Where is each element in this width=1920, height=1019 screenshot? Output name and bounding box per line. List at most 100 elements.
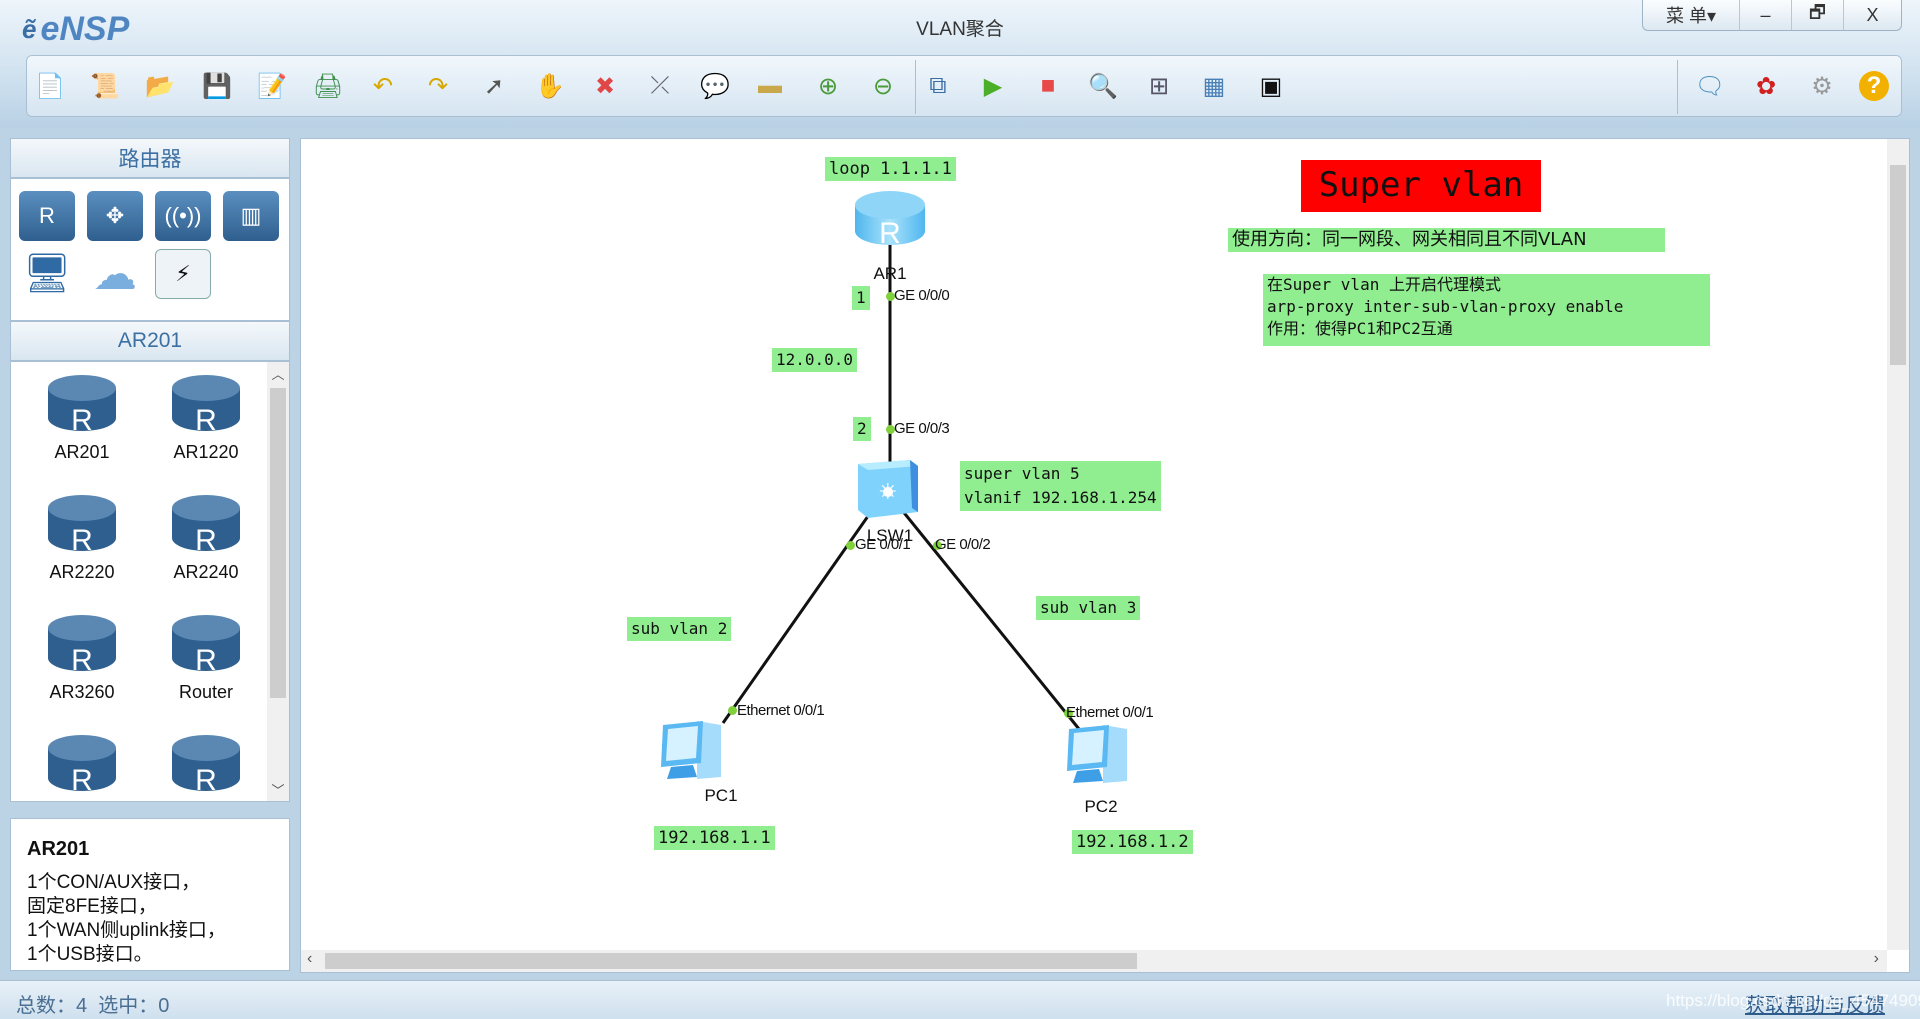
scroll-thumb[interactable] xyxy=(325,953,1137,969)
svg-text:R: R xyxy=(195,764,217,796)
info-line: 1个WAN侧uplink接口， xyxy=(27,920,226,941)
scroll-thumb[interactable] xyxy=(270,388,286,698)
help-icon[interactable]: ? xyxy=(1859,71,1889,101)
device-item[interactable]: R AR1220 xyxy=(156,372,256,463)
link-end-label-1[interactable]: 1 xyxy=(852,286,870,310)
sub-vlan-2-label[interactable]: sub vlan 2 xyxy=(627,617,732,641)
port-lsw1-ge002: GE 0/0/2 xyxy=(935,536,991,553)
device-item-label: AR2240 xyxy=(173,562,239,582)
scroll-thumb[interactable] xyxy=(1890,165,1906,365)
toolbar-separator xyxy=(915,60,916,114)
usage-note[interactable]: 使用方向：同一网段、网关相同且不同VLAN xyxy=(1228,228,1665,252)
topology-icon[interactable]: ⊞ xyxy=(1142,69,1176,103)
wlan-category-icon[interactable]: ((•)) xyxy=(155,191,211,241)
selected-count: 0 xyxy=(158,995,170,1017)
sub-vlan-3-label[interactable]: sub vlan 3 xyxy=(1036,596,1141,620)
device-sidebar: 路由器 R ✥ ((•)) ▥ 🖥 ☁ ⚡ AR201 ︿ ﹀ R AR201 R AR1220 R… xyxy=(10,138,290,971)
device-item[interactable]: R AR3260 xyxy=(32,612,132,703)
delete-icon[interactable]: ✖ xyxy=(588,69,622,103)
scroll-down-icon[interactable]: ﹀ xyxy=(267,780,289,799)
print-icon[interactable]: 🖨 xyxy=(311,69,345,103)
new-topology-icon[interactable]: 📄 xyxy=(33,69,67,103)
svg-text:R: R xyxy=(71,764,93,796)
super-vlan-title[interactable]: Super vlan xyxy=(1301,160,1541,212)
status-bar: 总数：4 选中：0 获取帮助与反馈 https://blog.csdn.net/… xyxy=(0,980,1920,1019)
network-label[interactable]: 12.0.0.0 xyxy=(772,348,858,372)
new-exam-icon[interactable]: 📜 xyxy=(88,69,122,103)
pc1-ip-label[interactable]: 192.168.1.1 xyxy=(654,826,775,850)
pc2-icon[interactable] xyxy=(1063,719,1139,789)
status-counts: 总数：4 选中：0 xyxy=(16,989,169,1018)
close-button[interactable]: X xyxy=(1843,0,1901,30)
svg-text:R: R xyxy=(71,404,93,436)
stop-device-icon[interactable]: ■ xyxy=(1031,69,1065,103)
scroll-left-icon[interactable]: ‹ xyxy=(307,950,312,968)
canvas-vertical-scrollbar[interactable] xyxy=(1887,139,1909,950)
fit-1to1-icon[interactable]: ⧉ xyxy=(921,69,955,103)
settings-icon[interactable]: ⚙ xyxy=(1805,69,1839,103)
save-as-icon[interactable]: 📝 xyxy=(255,69,289,103)
port-pc2-eth: Ethernet 0/0/1 xyxy=(1066,704,1154,721)
device-info-panel: AR201 1个CON/AUX接口， 固定8FE接口， 1个WAN侧uplink… xyxy=(10,818,290,971)
device-item[interactable]: R xyxy=(156,732,256,801)
pc1-label: PC1 xyxy=(704,786,738,805)
switch-category-icon[interactable]: ✥ xyxy=(87,191,143,241)
total-label: 总数： xyxy=(16,995,76,1017)
link-category-icon[interactable]: ⚡ xyxy=(155,249,211,299)
info-line: 固定8FE接口， xyxy=(27,896,157,917)
canvas-horizontal-scrollbar[interactable]: ‹ › xyxy=(301,950,1887,972)
device-item-label: AR3260 xyxy=(49,682,115,702)
zoom-out-icon[interactable]: ⊖ xyxy=(866,69,900,103)
scroll-right-icon[interactable]: › xyxy=(1874,950,1879,968)
config-note[interactable]: 在Super vlan 上开启代理模式 arp-proxy inter-sub-… xyxy=(1263,274,1710,346)
menu-button[interactable]: 菜 单▾ xyxy=(1643,0,1739,30)
capture-icon[interactable]: 🔍 xyxy=(1086,69,1120,103)
console-icon[interactable]: ▣ xyxy=(1254,69,1288,103)
ar1-router-icon[interactable]: R xyxy=(853,187,927,251)
device-item[interactable]: R Router xyxy=(156,612,256,703)
pc-category-icon[interactable]: 🖥 xyxy=(19,249,75,299)
scroll-up-icon[interactable]: ︿ xyxy=(267,364,289,383)
firewall-category-icon[interactable]: ▥ xyxy=(223,191,279,241)
restore-button[interactable]: 🗗 xyxy=(1791,0,1843,30)
toolbar: 📄 📜 📂 💾 📝 🖨 ↶ ↷ ➚ ✋ ✖ ⤫ 💬 ▬ ⊕ ⊖ ⧉ ▶ ■ 🔍 ⊞ ▦ ▣ 🗨 ✿ ⚙? xyxy=(26,55,1902,117)
grid-icon[interactable]: ▦ xyxy=(1197,69,1231,103)
zoom-in-icon[interactable]: ⊕ xyxy=(811,69,845,103)
minimize-button[interactable]: – xyxy=(1739,0,1791,30)
link-end-label-2[interactable]: 2 xyxy=(853,417,871,441)
start-device-icon[interactable]: ▶ xyxy=(976,69,1010,103)
open-icon[interactable]: 📂 xyxy=(143,69,177,103)
chat-icon[interactable]: 🗨 xyxy=(1693,69,1727,103)
undo-icon[interactable]: ↶ xyxy=(366,69,400,103)
topology-canvas[interactable]: R AR1 ✳ LSW1 PC1 PC2 GE 0/0/0 GE 0/0/3 G… xyxy=(300,138,1910,973)
port-dot xyxy=(846,541,855,550)
device-list-scrollbar[interactable]: ︿ ﹀ xyxy=(267,362,289,801)
router-model-icon: R xyxy=(172,735,240,796)
selected-label: 选中： xyxy=(98,995,159,1017)
pc2-ip-label[interactable]: 192.168.1.2 xyxy=(1072,830,1193,854)
pc1-icon[interactable] xyxy=(657,715,733,785)
save-icon[interactable]: 💾 xyxy=(200,69,234,103)
device-item[interactable]: R AR201 xyxy=(32,372,132,463)
port-dot xyxy=(728,706,737,715)
super-vlan-label[interactable]: super vlan 5 vlanif 192.168.1.254 xyxy=(960,461,1161,511)
svg-text:R: R xyxy=(71,524,93,556)
device-item[interactable]: R AR2220 xyxy=(32,492,132,583)
info-title: AR201 xyxy=(27,838,90,860)
rectangle-icon[interactable]: ▬ xyxy=(753,69,787,103)
huawei-icon[interactable]: ✿ xyxy=(1749,69,1783,103)
delete-link-icon[interactable]: ⤫ xyxy=(643,69,677,103)
router-category-icon[interactable]: R xyxy=(19,191,75,241)
router-model-icon: R xyxy=(172,495,240,556)
port-lsw1-ge003: GE 0/0/3 xyxy=(894,420,950,437)
text-note-icon[interactable]: 💬 xyxy=(698,69,732,103)
port-pc1-eth: Ethernet 0/0/1 xyxy=(737,702,825,719)
device-item[interactable]: R AR2240 xyxy=(156,492,256,583)
lsw1-switch-icon[interactable]: ✳ xyxy=(854,454,922,520)
pan-hand-icon[interactable]: ✋ xyxy=(533,69,567,103)
loop-label[interactable]: loop 1.1.1.1 xyxy=(825,157,956,181)
cloud-category-icon[interactable]: ☁ xyxy=(87,249,143,299)
device-item[interactable]: R xyxy=(32,732,132,801)
select-icon[interactable]: ➚ xyxy=(477,69,511,103)
redo-icon[interactable]: ↷ xyxy=(421,69,455,103)
